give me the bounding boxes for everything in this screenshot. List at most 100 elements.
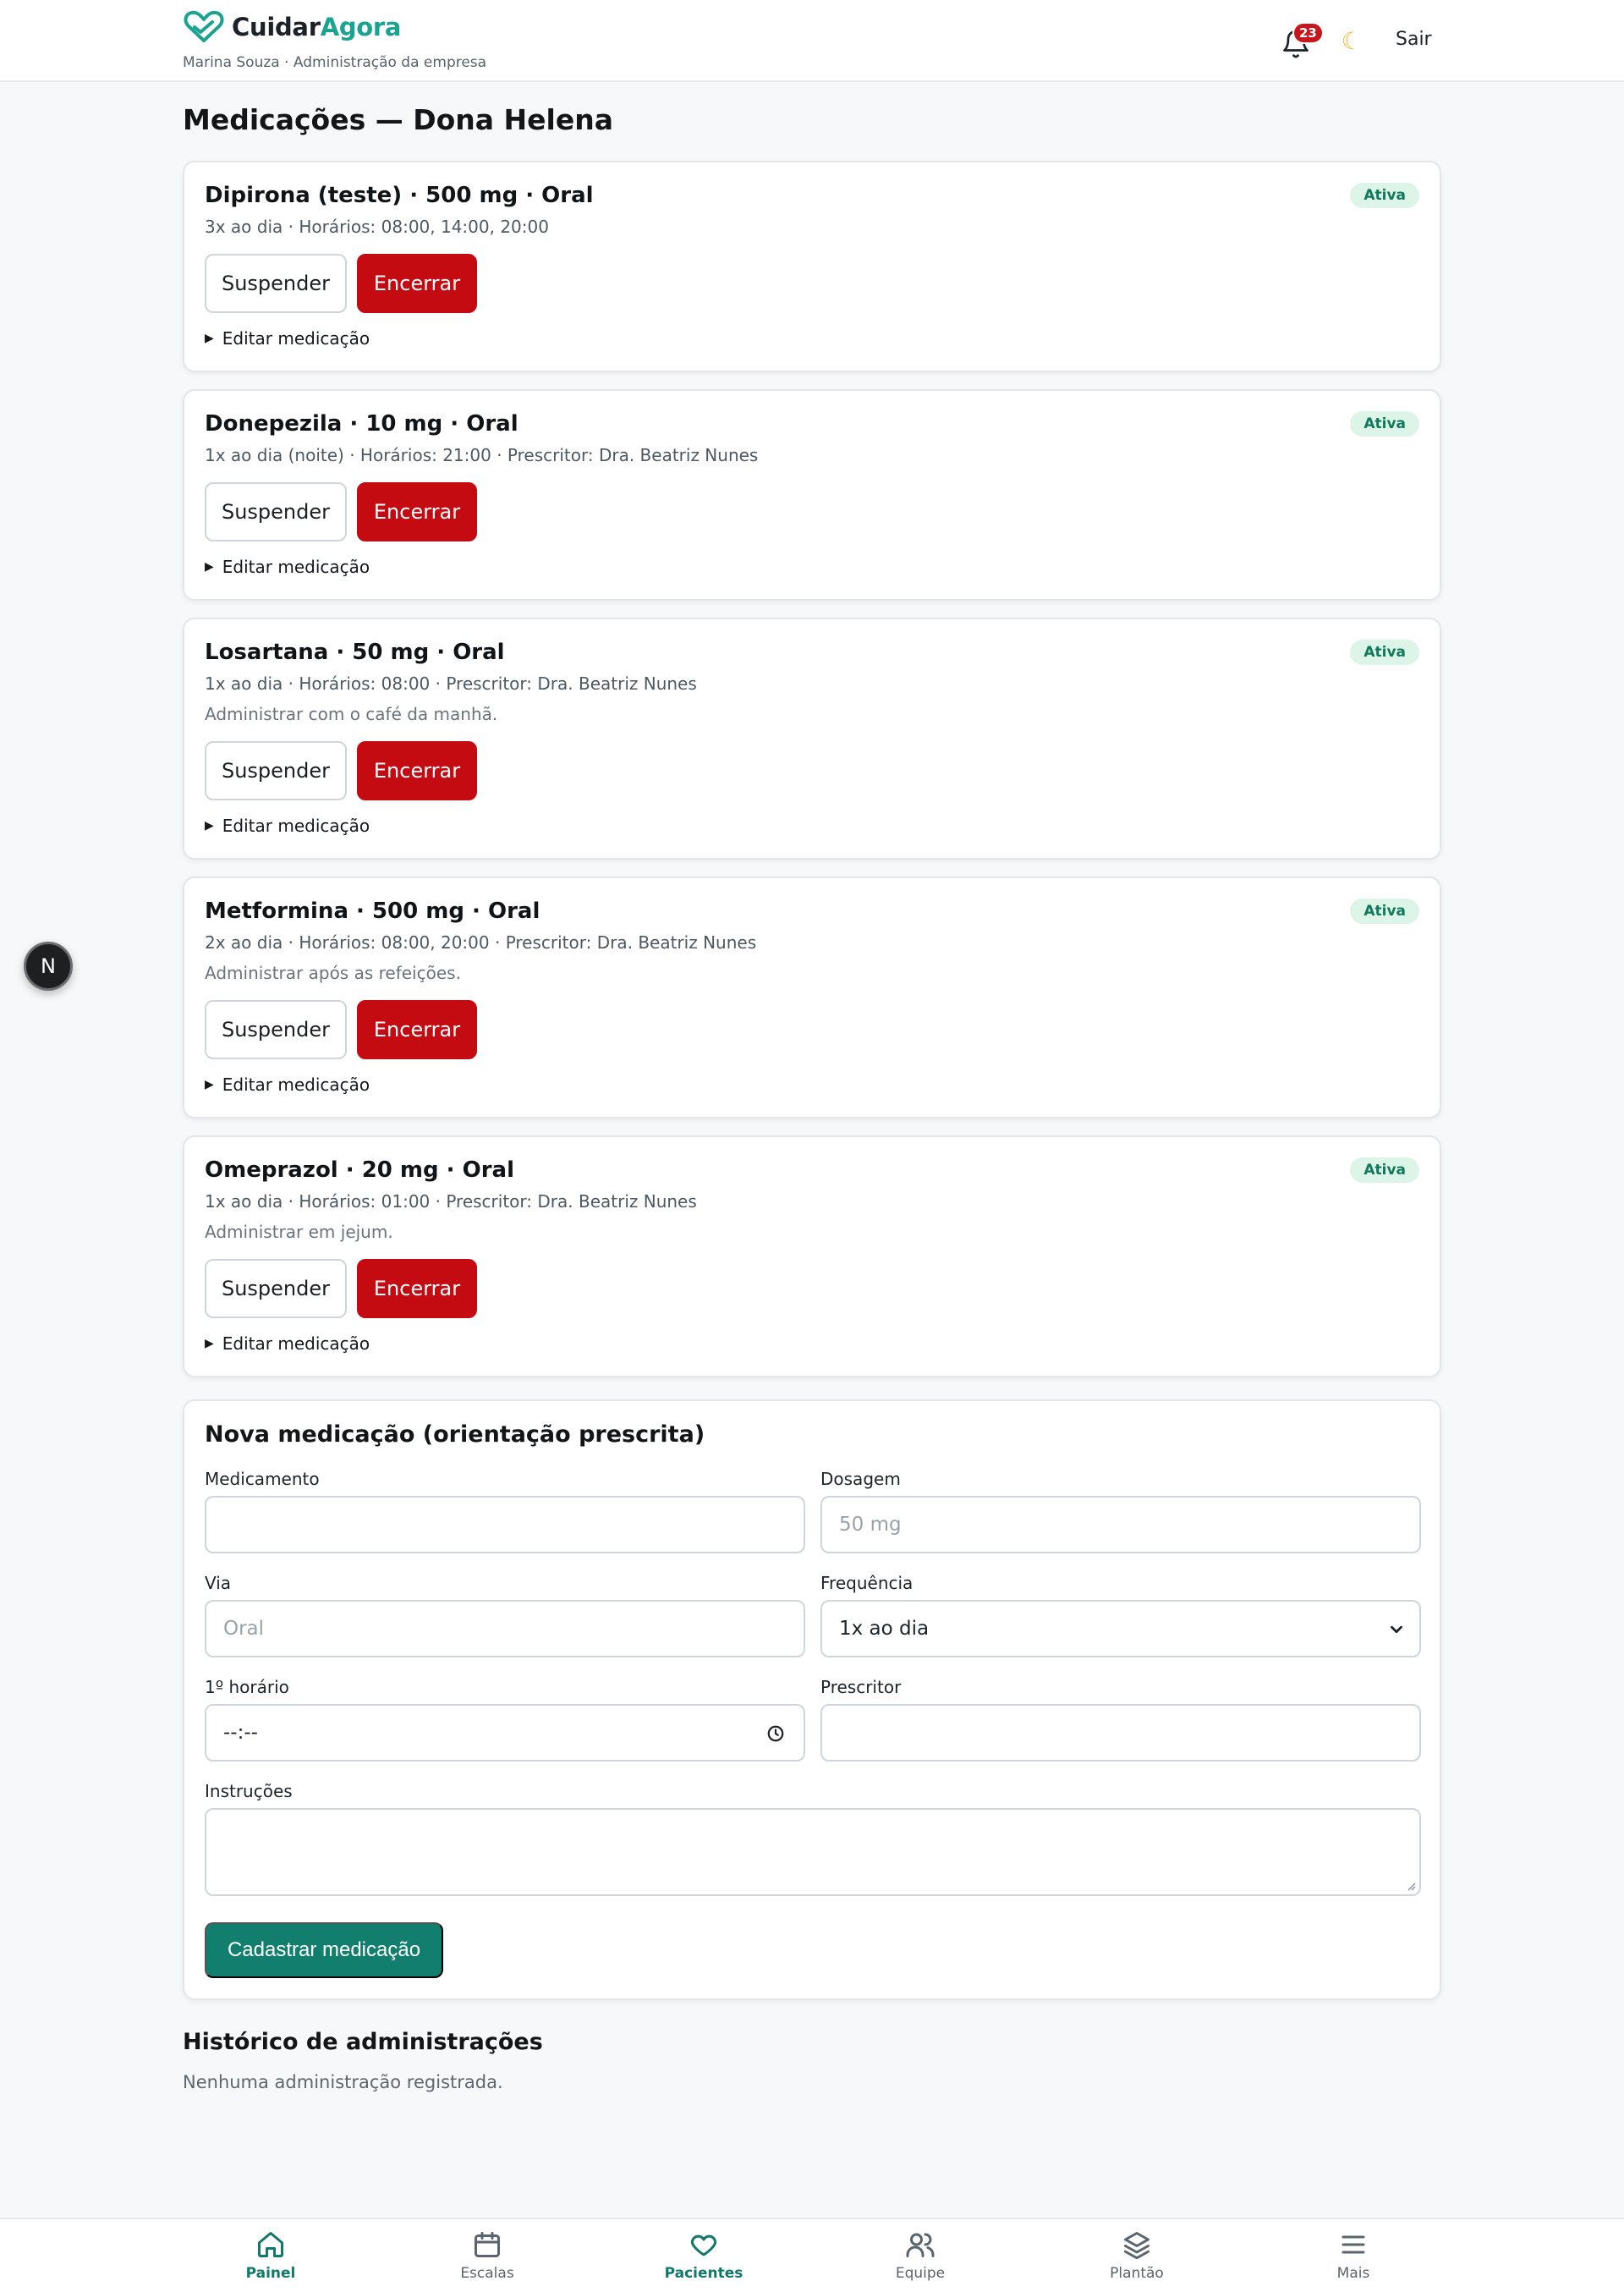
caret-right-icon: ▶ — [205, 560, 214, 574]
horario-label: 1º horário — [205, 1677, 289, 1697]
edit-medication-toggle[interactable]: ▶ Editar medicação — [205, 557, 370, 577]
nav-item-pacientes[interactable]: Pacientes — [636, 2229, 771, 2290]
status-badge: Ativa — [1350, 411, 1419, 437]
suspend-button[interactable]: Suspender — [205, 1259, 347, 1318]
via-label: Via — [205, 1573, 232, 1593]
status-badge: Ativa — [1350, 640, 1419, 665]
medication-card: Metformina · 500 mg · Oral Ativa 2x ao d… — [183, 877, 1441, 1119]
history-empty-state: Nenhuma administração registrada. — [183, 2072, 503, 2092]
nav-label: Plantão — [1110, 2265, 1164, 2282]
bottom-navigation: Painel Escalas Pacientes Equipe Plantão … — [0, 2218, 1624, 2292]
caret-right-icon: ▶ — [205, 1337, 214, 1350]
nav-item-escalas[interactable]: Escalas — [420, 2229, 555, 2290]
medication-instructions: Administrar após as refeições. — [205, 963, 461, 983]
status-badge: Ativa — [1350, 183, 1419, 208]
medication-card: Omeprazol · 20 mg · Oral Ativa 1x ao dia… — [183, 1135, 1441, 1377]
status-badge: Ativa — [1350, 1157, 1419, 1183]
moon-icon: ☾ — [1341, 26, 1363, 55]
logout-button[interactable]: Sair — [1396, 29, 1432, 50]
medication-schedule: 2x ao dia · Horários: 08:00, 20:00 · Pre… — [205, 932, 757, 953]
resize-grip-icon[interactable] — [1404, 1879, 1416, 1891]
dosagem-label: Dosagem — [820, 1469, 901, 1489]
edit-medication-toggle[interactable]: ▶ Editar medicação — [205, 1075, 370, 1095]
nav-item-plantao[interactable]: Plantão — [1069, 2229, 1204, 2290]
medication-title: Losartana · 50 mg · Oral — [205, 640, 505, 665]
menu-icon — [1341, 2235, 1365, 2254]
theme-toggle-button[interactable]: ☾ — [1336, 24, 1367, 58]
nav-label: Equipe — [895, 2265, 946, 2282]
frequencia-select[interactable]: 1x ao dia — [820, 1600, 1421, 1657]
clock-icon[interactable] — [766, 1724, 785, 1743]
page-title: Medicações — Dona Helena — [183, 103, 613, 136]
nav-item-painel[interactable]: Painel — [203, 2229, 338, 2290]
medication-instructions: Administrar com o café da manhã. — [205, 704, 498, 724]
medication-title: Metformina · 500 mg · Oral — [205, 899, 540, 924]
brand-name: CuidarAgora — [232, 13, 402, 41]
medication-title: Donepezila · 10 mg · Oral — [205, 411, 518, 437]
suspend-button[interactable]: Suspender — [205, 254, 347, 313]
edit-medication-toggle[interactable]: ▶ Editar medicação — [205, 816, 370, 836]
frequencia-selected-value: 1x ao dia — [839, 1618, 930, 1640]
medication-instructions: Administrar em jejum. — [205, 1222, 393, 1242]
dosagem-placeholder: 50 mg — [839, 1514, 902, 1536]
caret-right-icon: ▶ — [205, 819, 214, 833]
notification-count-badge: 23 — [1292, 22, 1324, 44]
history-title: Histórico de administrações — [183, 2029, 543, 2055]
nav-item-mais[interactable]: Mais — [1286, 2229, 1421, 2290]
edit-medication-label: Editar medicação — [222, 557, 370, 577]
medicamento-input[interactable] — [205, 1496, 805, 1553]
medication-card: Losartana · 50 mg · Oral Ativa 1x ao dia… — [183, 618, 1441, 860]
nav-label: Pacientes — [664, 2265, 743, 2282]
calendar-icon — [475, 2232, 500, 2257]
nav-label: Mais — [1336, 2265, 1370, 2282]
notifications-button[interactable]: 23 — [1277, 22, 1324, 63]
end-button[interactable]: Encerrar — [357, 741, 477, 800]
instrucoes-textarea[interactable] — [205, 1808, 1421, 1896]
caret-right-icon: ▶ — [205, 1078, 214, 1091]
frequencia-label: Frequência — [820, 1573, 914, 1593]
medication-schedule: 1x ao dia (noite) · Horários: 21:00 · Pr… — [205, 445, 759, 465]
edit-medication-toggle[interactable]: ▶ Editar medicação — [205, 328, 370, 349]
prescritor-input[interactable] — [820, 1704, 1421, 1762]
medication-title: Omeprazol · 20 mg · Oral — [205, 1157, 514, 1183]
medication-schedule: 1x ao dia · Horários: 01:00 · Prescritor… — [205, 1191, 697, 1212]
edit-medication-label: Editar medicação — [222, 816, 370, 836]
instrucoes-label: Instruções — [205, 1781, 293, 1801]
medication-schedule: 1x ao dia · Horários: 08:00 · Prescritor… — [205, 673, 697, 694]
horario-value: --:-- — [223, 1722, 258, 1744]
suspend-button[interactable]: Suspender — [205, 741, 347, 800]
heart-icon — [690, 2234, 717, 2256]
end-button[interactable]: Encerrar — [357, 254, 477, 313]
brand-logo[interactable]: CuidarAgora — [183, 10, 402, 44]
suspend-button[interactable]: Suspender — [205, 1000, 347, 1059]
layers-icon — [1124, 2232, 1149, 2260]
medicamento-label: Medicamento — [205, 1469, 320, 1489]
dosagem-input[interactable]: 50 mg — [820, 1496, 1421, 1553]
chevron-down-icon — [1391, 1625, 1402, 1634]
end-button[interactable]: Encerrar — [357, 482, 477, 541]
new-medication-form: Nova medicação (orientação prescrita) Me… — [183, 1399, 1441, 2000]
edit-medication-label: Editar medicação — [222, 328, 370, 349]
end-button[interactable]: Encerrar — [357, 1000, 477, 1059]
floating-dev-button[interactable]: N — [24, 942, 73, 991]
caret-right-icon: ▶ — [205, 332, 214, 345]
nav-item-equipe[interactable]: Equipe — [853, 2229, 988, 2290]
edit-medication-label: Editar medicação — [222, 1333, 370, 1354]
horario-time-input[interactable]: --:-- — [205, 1704, 805, 1762]
status-badge: Ativa — [1350, 899, 1419, 924]
heart-hands-icon — [184, 10, 224, 42]
suspend-button[interactable]: Suspender — [205, 482, 347, 541]
via-input[interactable]: Oral — [205, 1600, 805, 1657]
edit-medication-label: Editar medicação — [222, 1075, 370, 1095]
medication-title: Dipirona (teste) · 500 mg · Oral — [205, 183, 594, 208]
top-bar: CuidarAgora Marina Souza · Administração… — [0, 0, 1624, 82]
register-medication-button[interactable]: Cadastrar medicação — [205, 1922, 443, 1978]
medication-card: Dipirona (teste) · 500 mg · Oral Ativa 3… — [183, 161, 1441, 372]
medication-schedule: 3x ao dia · Horários: 08:00, 14:00, 20:0… — [205, 217, 549, 237]
via-placeholder: Oral — [223, 1618, 265, 1640]
nav-label: Escalas — [460, 2265, 514, 2282]
medication-card: Donepezila · 10 mg · Oral Ativa 1x ao di… — [183, 389, 1441, 601]
end-button[interactable]: Encerrar — [357, 1259, 477, 1318]
prescritor-label: Prescritor — [820, 1677, 902, 1697]
edit-medication-toggle[interactable]: ▶ Editar medicação — [205, 1333, 370, 1354]
